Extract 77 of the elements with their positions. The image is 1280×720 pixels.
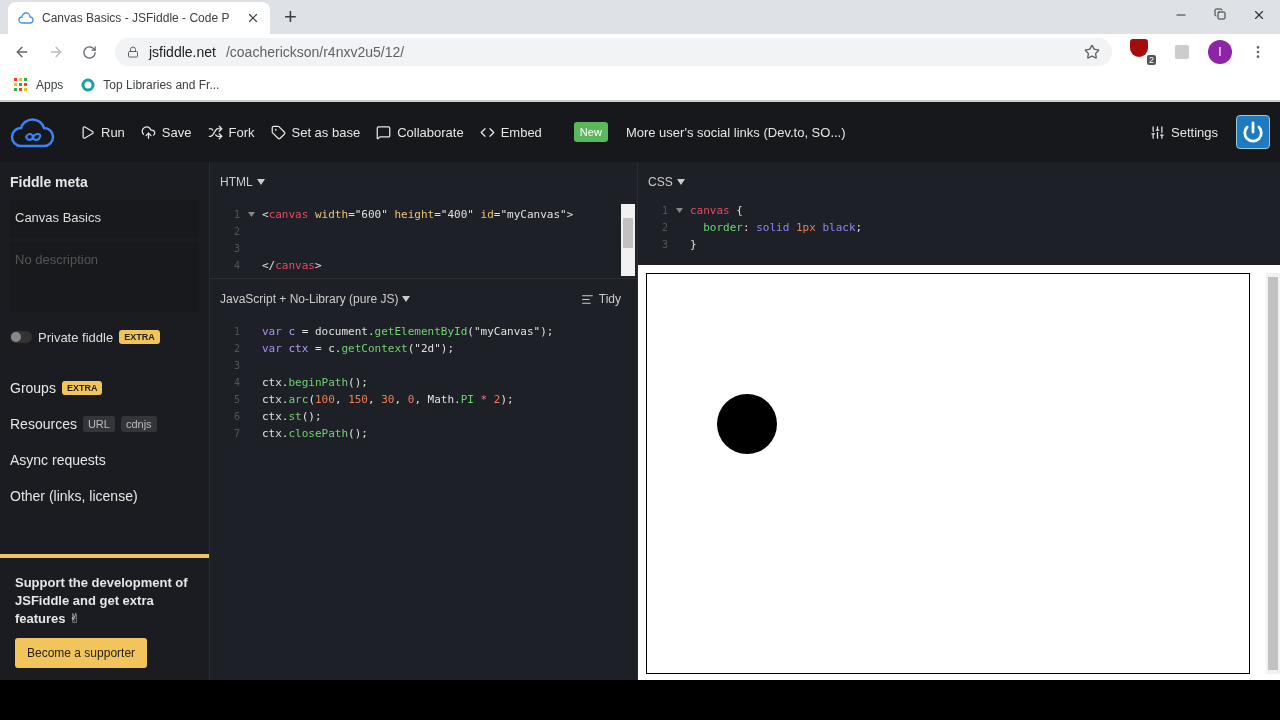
- url-host: jsfiddle.net: [149, 44, 216, 60]
- code-line: border: solid 1px black;: [702, 221, 863, 234]
- fold-arrow-icon[interactable]: [248, 211, 255, 217]
- code-line: ctx.st();: [262, 410, 322, 423]
- star-icon[interactable]: [1084, 44, 1100, 60]
- profile-avatar[interactable]: I: [1208, 40, 1232, 64]
- caret-icon: [676, 179, 685, 185]
- cloud-logo-icon: [18, 12, 34, 24]
- sidebar-item[interactable]: Resources: [10, 416, 77, 432]
- private-toggle[interactable]: [10, 331, 32, 343]
- bookmark[interactable]: Top Libraries and Fr...: [81, 78, 220, 92]
- toolbar-button[interactable]: Save: [132, 124, 200, 140]
- extra-badge: EXTRA: [119, 330, 160, 344]
- close-icon[interactable]: [1252, 8, 1266, 22]
- play-icon: [80, 124, 95, 140]
- code-line: <canvas width="600" height="400" id="myCanvas">: [262, 208, 574, 221]
- tidy-button[interactable]: Tidy: [574, 291, 627, 307]
- code-line: canvas {: [690, 204, 743, 217]
- crossed-arrows-icon: [207, 124, 223, 140]
- align-icon: [580, 292, 594, 306]
- sidebar-item[interactable]: Groups: [10, 380, 56, 396]
- extra-badge: EXTRA: [61, 381, 103, 395]
- extension-badge: 2: [1147, 55, 1156, 65]
- restore-icon[interactable]: [1214, 8, 1226, 20]
- panel-label[interactable]: HTML: [220, 175, 253, 189]
- panel-label[interactable]: JavaScript + No-Library (pure JS): [220, 292, 399, 306]
- url-path: /coacherickson/r4nxv2u5/12/: [225, 44, 406, 60]
- scrollbar[interactable]: [1266, 273, 1280, 674]
- code-line: var ctx = c.getContext("2d");: [262, 342, 455, 355]
- toolbar-button[interactable]: Set as base: [262, 124, 369, 140]
- tag-icon: [270, 124, 286, 140]
- close-icon[interactable]: [246, 11, 260, 25]
- address-bar[interactable]: jsfiddle.net /coacherickson/r4nxv2u5/12/: [115, 38, 1112, 66]
- toolbar-button[interactable]: Fork: [199, 124, 263, 140]
- sliders-icon: [1150, 124, 1165, 140]
- new-badge: New: [573, 122, 608, 142]
- drawn-circle: [717, 394, 777, 454]
- resource-tag[interactable]: cdnjs: [120, 416, 157, 432]
- supporter-button[interactable]: Become a supporter: [15, 638, 148, 668]
- caret-icon: [256, 179, 265, 185]
- login-button[interactable]: [1236, 115, 1270, 149]
- speech-bubble-icon: [376, 124, 392, 140]
- code-line: ctx.closePath();: [262, 427, 368, 440]
- new-tab-button[interactable]: +: [284, 6, 297, 28]
- fold-arrow-icon[interactable]: [676, 207, 683, 213]
- toolbar-button[interactable]: Embed: [471, 124, 550, 140]
- toolbar-button[interactable]: Run: [72, 124, 133, 140]
- tab-title: Canvas Basics - JSFiddle - Code P: [42, 11, 231, 25]
- code-line: </canvas>: [262, 259, 322, 272]
- ring-icon: [81, 78, 96, 92]
- back-icon[interactable]: [14, 44, 30, 60]
- panel-label[interactable]: CSS: [648, 175, 673, 189]
- code-line: var c = document.getElementById("myCanvas");: [262, 325, 554, 338]
- lock-icon: [127, 46, 139, 58]
- sidebar-title: Fiddle meta: [9, 173, 89, 192]
- reload-icon[interactable]: [82, 44, 97, 60]
- caret-icon: [402, 296, 411, 302]
- bookmark[interactable]: Apps: [14, 78, 64, 92]
- power-icon: [1242, 121, 1264, 143]
- sidebar-item[interactable]: Async requests: [10, 452, 106, 468]
- sidebar-item[interactable]: Other (links, license): [10, 488, 138, 504]
- news-link[interactable]: More user's social links (Dev.to, SO...): [617, 124, 854, 140]
- toggle-label: Private fiddle: [38, 329, 114, 345]
- cloud-logo-icon: [10, 115, 56, 149]
- settings-button[interactable]: Settings: [1142, 124, 1226, 140]
- support-text: Support the development of JSFiddle and get extra features ✌: [15, 574, 189, 628]
- toolbar-button[interactable]: Collaborate: [368, 124, 472, 140]
- code-line: }: [690, 238, 697, 251]
- scrollbar[interactable]: [621, 204, 635, 276]
- cloud-upload-icon: [140, 124, 156, 140]
- browser-tab[interactable]: Canvas Basics - JSFiddle - Code P: [8, 2, 270, 34]
- code-line: ctx.beginPath();: [262, 376, 368, 389]
- apps-grid-icon: [14, 78, 28, 92]
- shield-icon[interactable]: [1130, 39, 1148, 57]
- resource-tag[interactable]: URL: [82, 416, 115, 432]
- code-line: ctx.arc(100, 150, 30, 0, Math.PI * 2);: [262, 393, 514, 406]
- title-field[interactable]: Canvas Basics: [10, 200, 199, 238]
